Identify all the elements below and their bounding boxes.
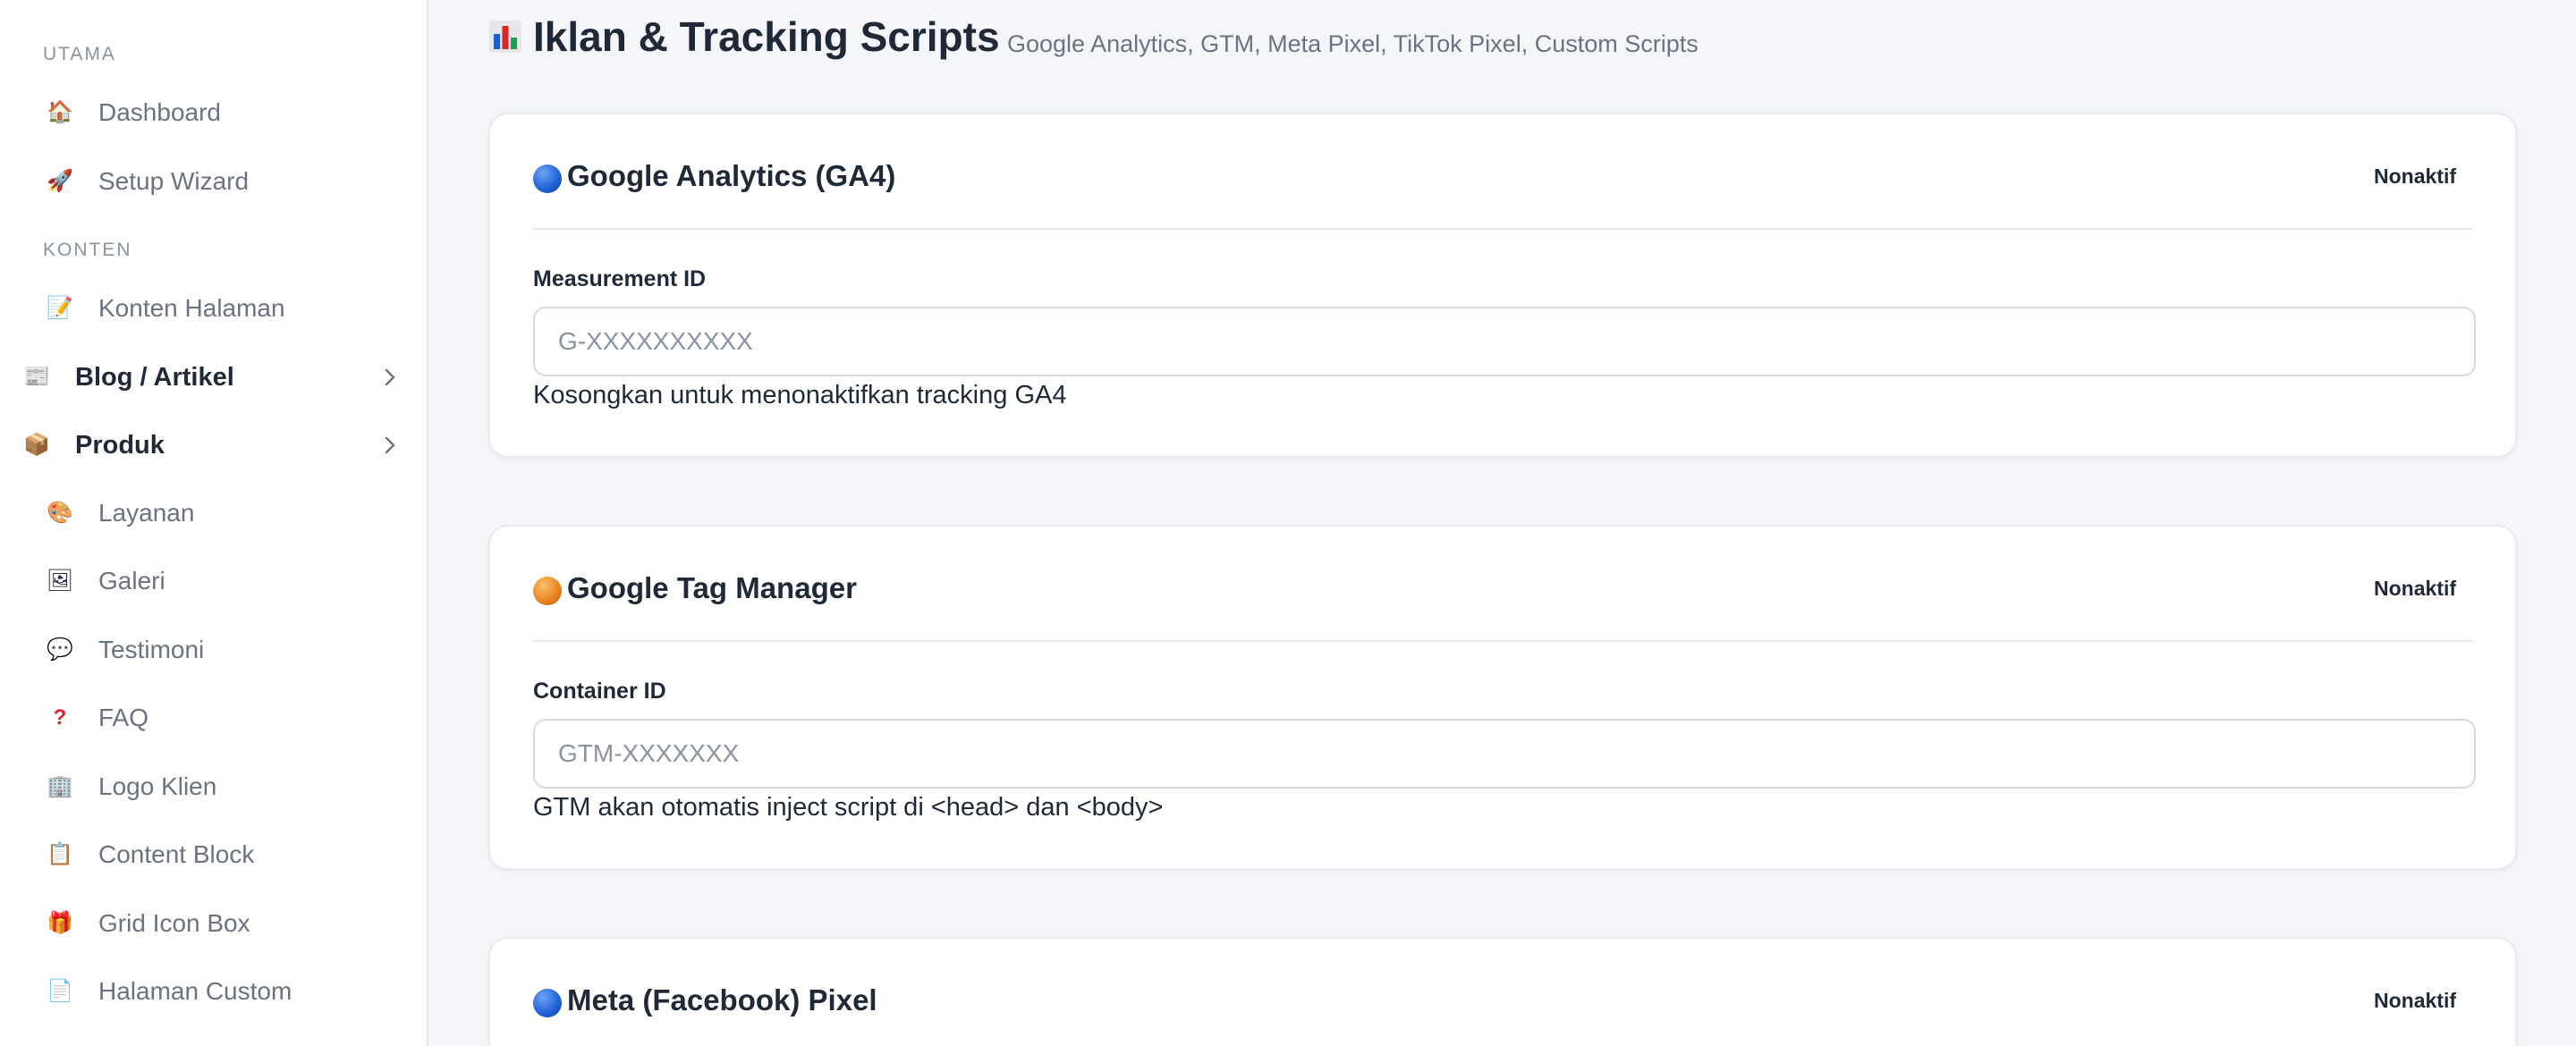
bar-chart-icon	[489, 21, 521, 53]
container-id-input[interactable]	[533, 719, 2476, 789]
sidebar-section-utama: UTAMA	[43, 44, 116, 64]
orange-circle-icon	[533, 577, 562, 605]
sidebar-item-testimoni[interactable]: 💬 Testimoni	[0, 621, 428, 679]
sidebar-item-setup-wizard[interactable]: 🚀 Setup Wizard	[0, 153, 428, 210]
sidebar-item-label: Setup Wizard	[98, 167, 250, 195]
house-icon: 🏠	[47, 100, 73, 124]
page-title: Iklan & Tracking Scripts	[533, 13, 1000, 60]
package-icon: 📦	[23, 433, 50, 457]
field-help-text: GTM akan otomatis inject script di <head…	[533, 793, 1164, 822]
chevron-right-icon	[379, 434, 401, 456]
sidebar-item-layanan[interactable]: 🎨 Layanan	[0, 485, 428, 542]
sidebar-item-galeri[interactable]: 🖼 Galeri	[0, 553, 428, 610]
speech-bubble-icon: 💬	[47, 637, 73, 662]
sidebar-item-label: Konten Halaman	[98, 294, 285, 322]
gtm-card: Google Tag Manager Nonaktif Container ID…	[488, 525, 2517, 870]
field-help-text: Kosongkan untuk menonaktifkan tracking G…	[533, 381, 1067, 409]
palette-icon: 🎨	[47, 501, 73, 525]
page-subtitle: Google Analytics, GTM, Meta Pixel, TikTo…	[1007, 30, 1699, 57]
chevron-right-icon	[379, 367, 401, 388]
sidebar-item-blog-artikel[interactable]: 📰 Blog / Artikel	[0, 349, 428, 406]
picture-icon: 🖼	[46, 569, 74, 593]
field-label: Measurement ID	[533, 266, 707, 291]
sidebar-item-label: Testimoni	[98, 636, 205, 663]
sidebar-item-konten-halaman[interactable]: 📝 Konten Halaman	[0, 280, 428, 337]
sidebar-item-produk[interactable]: 📦 Produk	[0, 417, 428, 474]
sidebar-item-label: Layanan	[98, 499, 195, 527]
blue-circle-icon	[533, 164, 562, 193]
sidebar-item-label: Halaman Custom	[98, 977, 292, 1005]
sidebar-section-konten: KONTEN	[43, 240, 132, 260]
meta-pixel-card: Meta (Facebook) Pixel Nonaktif	[488, 937, 2517, 1046]
sidebar-item-faq[interactable]: ? FAQ	[0, 689, 428, 747]
sidebar-item-label: Produk	[75, 430, 165, 460]
card-title: Meta (Facebook) Pixel	[567, 983, 877, 1016]
sidebar: UTAMA 🏠 Dashboard 🚀 Setup Wizard KONTEN …	[0, 0, 428, 1046]
measurement-id-input[interactable]	[533, 307, 2476, 376]
card-title: Google Analytics (GA4)	[567, 159, 896, 192]
sidebar-item-halaman-custom[interactable]: 📄 Halaman Custom	[0, 963, 428, 1020]
sidebar-item-label: Dashboard	[98, 98, 221, 126]
office-building-icon: 🏢	[47, 774, 73, 798]
sidebar-item-label: Blog / Artikel	[75, 362, 234, 392]
question-mark-icon: ?	[53, 705, 67, 730]
sidebar-item-label: Grid Icon Box	[98, 909, 250, 937]
memo-icon: 📝	[47, 296, 73, 320]
blue-circle-icon	[533, 989, 562, 1017]
status-badge: Nonaktif	[2374, 989, 2456, 1012]
sidebar-item-logo-klien[interactable]: 🏢 Logo Klien	[0, 758, 428, 815]
divider	[533, 640, 2472, 642]
ga4-card: Google Analytics (GA4) Nonaktif Measurem…	[488, 113, 2517, 458]
status-badge: Nonaktif	[2374, 164, 2456, 188]
newspaper-icon: 📰	[23, 365, 50, 389]
sidebar-item-label: Galeri	[98, 567, 165, 595]
card-title: Google Tag Manager	[567, 571, 857, 604]
clipboard-icon: 📋	[47, 842, 73, 866]
page-icon: 📄	[47, 979, 73, 1003]
sidebar-item-label: FAQ	[98, 704, 149, 731]
rocket-icon: 🚀	[47, 169, 73, 193]
field-label: Container ID	[533, 679, 666, 704]
status-badge: Nonaktif	[2374, 577, 2456, 600]
sidebar-item-content-block[interactable]: 📋 Content Block	[0, 826, 428, 883]
sidebar-item-grid-icon-box[interactable]: 🎁 Grid Icon Box	[0, 895, 428, 952]
sidebar-item-dashboard[interactable]: 🏠 Dashboard	[0, 84, 428, 141]
divider	[533, 228, 2472, 230]
gift-icon: 🎁	[47, 911, 73, 935]
sidebar-item-label: Content Block	[98, 840, 255, 868]
sidebar-item-label: Logo Klien	[98, 772, 217, 800]
